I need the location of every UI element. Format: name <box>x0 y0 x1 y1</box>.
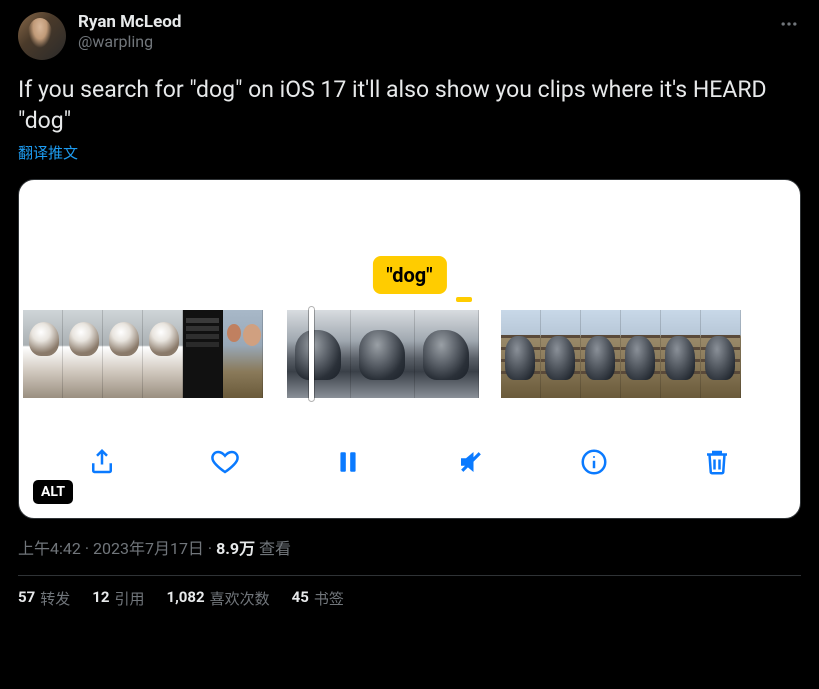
quotes-count: 12 <box>92 588 109 609</box>
clip-group-2 <box>287 310 479 398</box>
timeline-frame <box>183 310 223 398</box>
timeline-frame <box>23 310 63 398</box>
author-names[interactable]: Ryan McLeod @warpling <box>78 12 801 51</box>
alt-badge[interactable]: ALT <box>33 480 73 504</box>
media-toolbar <box>19 434 800 490</box>
more-menu-button[interactable] <box>775 10 803 38</box>
timeline-frame <box>415 310 479 398</box>
like-button[interactable] <box>203 440 247 484</box>
playhead[interactable] <box>309 307 314 401</box>
search-keyword-pill: "dog" <box>372 256 446 294</box>
tweet-container: Ryan McLeod @warpling If you search for … <box>0 0 819 609</box>
timeline-frame <box>501 310 541 398</box>
clip-group-1 <box>23 310 263 398</box>
timeline-frame <box>581 310 621 398</box>
post-date: 2023年7月17日 <box>93 539 204 558</box>
likes-label: 喜欢次数 <box>210 588 270 609</box>
bookmarks-stat[interactable]: 45 书签 <box>292 588 344 609</box>
views-count: 8.9万 <box>216 539 255 558</box>
timeline-frame <box>143 310 183 398</box>
retweets-label: 转发 <box>40 588 70 609</box>
meta-sep: · <box>81 539 93 558</box>
keyword-marker <box>456 297 472 302</box>
timeline-frame <box>103 310 143 398</box>
retweets-stat[interactable]: 57 转发 <box>18 588 70 609</box>
tweet-text: If you search for "dog" on iOS 17 it'll … <box>18 74 801 136</box>
info-button[interactable] <box>572 440 616 484</box>
clip-group-3 <box>501 310 741 398</box>
likes-stat[interactable]: 1,082 喜欢次数 <box>166 588 269 609</box>
video-timeline[interactable] <box>19 310 800 398</box>
avatar[interactable] <box>18 12 66 60</box>
post-time: 上午4:42 <box>18 539 81 558</box>
timeline-frame <box>351 310 415 398</box>
divider <box>18 575 801 576</box>
timeline-frame <box>661 310 701 398</box>
tweet-header: Ryan McLeod @warpling <box>18 12 801 60</box>
tweet-stats: 57 转发 12 引用 1,082 喜欢次数 45 书签 <box>18 588 801 609</box>
timeline-frame <box>63 310 103 398</box>
likes-count: 1,082 <box>166 588 204 609</box>
timeline-frame <box>541 310 581 398</box>
delete-button[interactable] <box>695 440 739 484</box>
handle: @warpling <box>78 32 801 51</box>
timeline-frame <box>223 310 263 398</box>
views-label: 查看 <box>259 539 291 558</box>
tweet-meta[interactable]: 上午4:42 · 2023年7月17日 · 8.9万 查看 <box>18 535 801 559</box>
media-attachment[interactable]: "dog" <box>18 179 801 519</box>
translate-link[interactable]: 翻译推文 <box>18 142 801 163</box>
quotes-label: 引用 <box>114 588 144 609</box>
pause-button[interactable] <box>326 440 370 484</box>
bookmarks-label: 书签 <box>314 588 344 609</box>
quotes-stat[interactable]: 12 引用 <box>92 588 144 609</box>
display-name: Ryan McLeod <box>78 12 801 32</box>
retweets-count: 57 <box>18 588 35 609</box>
mute-button[interactable] <box>449 440 493 484</box>
bookmarks-count: 45 <box>292 588 309 609</box>
share-button[interactable] <box>80 440 124 484</box>
meta-sep: · <box>204 539 216 558</box>
timeline-frame <box>701 310 741 398</box>
timeline-frame <box>287 310 351 398</box>
timeline-frame <box>621 310 661 398</box>
